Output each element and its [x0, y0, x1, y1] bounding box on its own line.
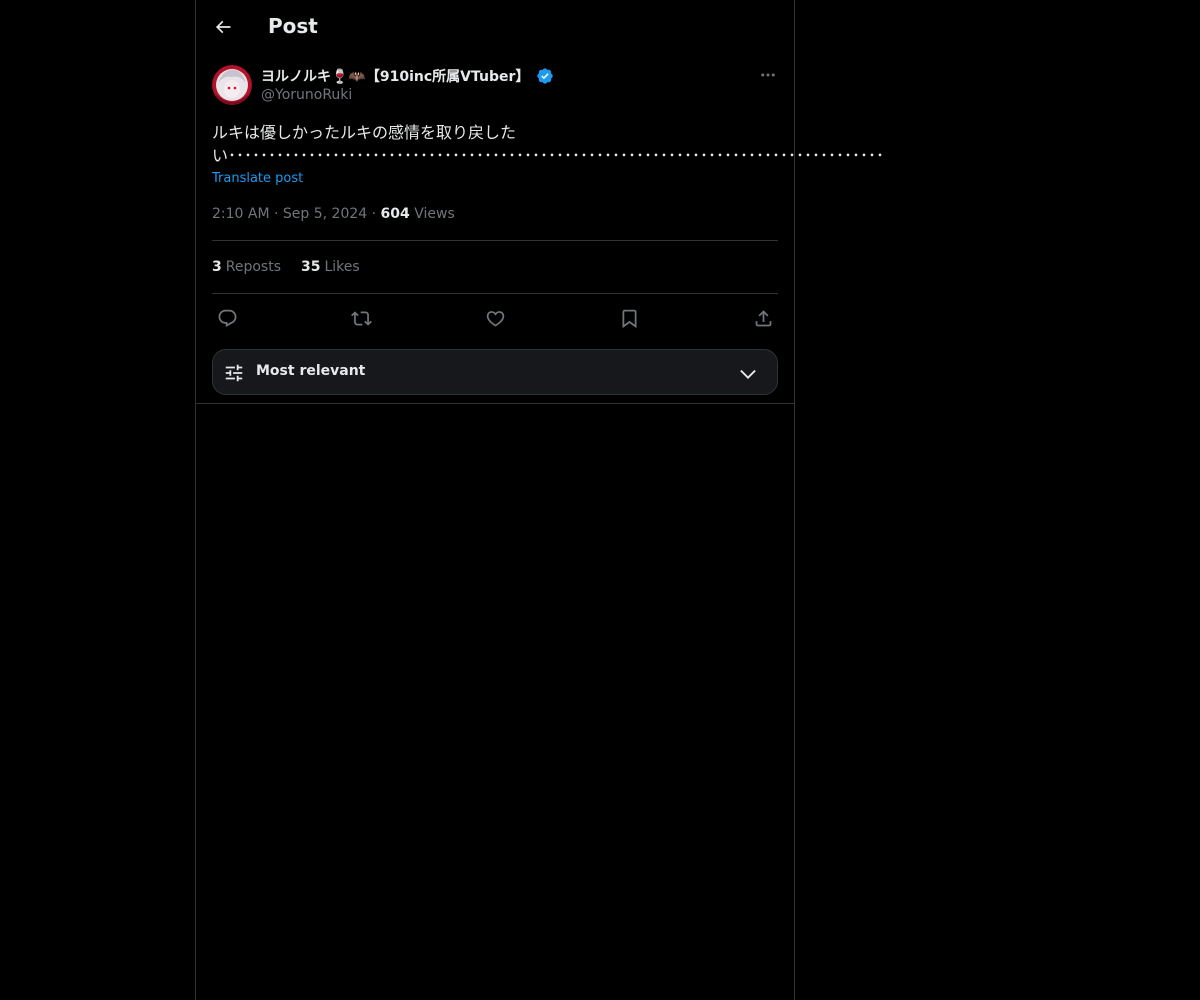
views-label: Views	[414, 206, 455, 222]
avatar-image	[212, 65, 252, 105]
meta-separator: ·	[371, 206, 381, 222]
like-button[interactable]	[481, 304, 509, 332]
post-meta: 2:10 AM · Sep 5, 2024 · 604 Views	[212, 206, 455, 222]
meta-separator: ·	[274, 206, 283, 222]
sort-label: Most relevant	[256, 363, 366, 379]
back-button[interactable]	[208, 12, 238, 42]
main-column: Post ヨルノルキ🍷🦇【910inc所属VTuber】 @YorunoRuki…	[195, 0, 885, 1000]
divider	[212, 240, 778, 241]
translate-post-link[interactable]: Translate post	[212, 171, 303, 186]
more-icon	[761, 73, 775, 77]
bookmark-icon	[622, 309, 636, 328]
reply-button[interactable]	[213, 304, 241, 332]
engagement-stats: 3 Reposts 35 Likes	[212, 259, 360, 275]
chevron-down-icon	[740, 369, 756, 379]
page-header: Post	[196, 0, 794, 53]
post-time[interactable]: 2:10 AM	[212, 206, 270, 222]
views-count: 604	[380, 206, 410, 222]
like-icon	[486, 310, 504, 327]
divider	[212, 293, 778, 294]
repost-button[interactable]	[347, 304, 375, 332]
post-text: ルキは優しかったルキの感情を取り戻したい････････････････････…	[212, 123, 885, 165]
action-bar	[212, 304, 778, 332]
sliders-icon	[225, 364, 243, 382]
reposts-stat[interactable]: 3 Reposts	[212, 259, 281, 275]
arrow-left-icon	[215, 20, 231, 34]
repost-icon	[350, 310, 372, 326]
author-handle[interactable]: @YorunoRuki	[261, 87, 352, 103]
page-title: Post	[268, 14, 318, 38]
section-divider	[196, 403, 794, 404]
share-button[interactable]	[749, 304, 777, 332]
avatar[interactable]	[212, 65, 252, 105]
more-options-button[interactable]	[757, 65, 779, 85]
post-date[interactable]: Sep 5, 2024	[283, 206, 367, 222]
bookmark-button[interactable]	[615, 304, 643, 332]
author-display-name[interactable]: ヨルノルキ🍷🦇【910inc所属VTuber】	[261, 66, 554, 86]
author-name-text: ヨルノルキ🍷🦇【910inc所属VTuber】	[261, 69, 530, 85]
reply-icon	[218, 309, 236, 327]
share-icon	[755, 309, 771, 326]
verified-badge-icon	[537, 68, 554, 84]
likes-stat[interactable]: 35 Likes	[301, 259, 360, 275]
reply-sort-dropdown[interactable]: Most relevant	[212, 349, 778, 395]
